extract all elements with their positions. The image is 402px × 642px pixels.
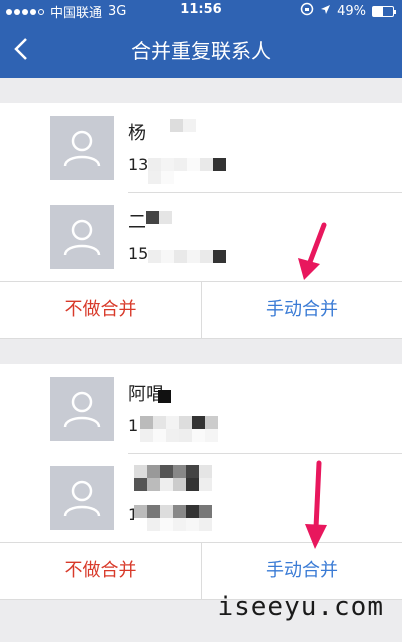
privacy-mosaic bbox=[148, 158, 226, 184]
contact-row: 杨 13 bbox=[0, 103, 402, 192]
contact-phone: 15 bbox=[128, 244, 149, 263]
contact-row: 1 bbox=[0, 453, 402, 542]
status-bar: 中国联通 3G 11:56 49% bbox=[0, 0, 402, 21]
privacy-mosaic bbox=[158, 390, 236, 403]
avatar bbox=[50, 205, 114, 269]
privacy-mosaic bbox=[134, 505, 212, 531]
duplicate-group-2: 阿唱 1 1 bbox=[0, 364, 402, 542]
skip-merge-button[interactable]: 不做合并 bbox=[0, 282, 201, 338]
avatar bbox=[50, 377, 114, 441]
privacy-mosaic bbox=[134, 465, 212, 491]
group-1-actions: 不做合并 手动合并 bbox=[0, 281, 402, 339]
contact-phone: 13 bbox=[128, 155, 149, 174]
privacy-mosaic bbox=[140, 416, 218, 442]
privacy-mosaic bbox=[146, 211, 224, 224]
status-right: 49% bbox=[300, 2, 396, 20]
contact-row: 二 15 bbox=[0, 192, 402, 281]
duplicate-group-1: 杨 13 二 15 bbox=[0, 103, 402, 281]
skip-merge-button[interactable]: 不做合并 bbox=[0, 543, 201, 599]
privacy-mosaic bbox=[148, 250, 226, 263]
person-icon bbox=[63, 219, 101, 256]
rotation-lock-icon bbox=[300, 2, 314, 20]
manual-merge-button[interactable]: 手动合并 bbox=[201, 282, 402, 338]
annotation-arrow-icon bbox=[298, 222, 327, 280]
contact-row: 阿唱 1 bbox=[0, 364, 402, 453]
contact-name: 二 bbox=[128, 212, 146, 233]
location-icon bbox=[320, 4, 331, 19]
person-icon bbox=[63, 391, 101, 428]
avatar bbox=[50, 466, 114, 530]
person-icon bbox=[63, 480, 101, 517]
contact-name: 杨 bbox=[128, 123, 146, 144]
privacy-mosaic bbox=[170, 119, 248, 132]
person-icon bbox=[63, 130, 101, 167]
avatar bbox=[50, 116, 114, 180]
watermark: iseeyu.com bbox=[217, 592, 384, 622]
battery-icon bbox=[372, 5, 396, 17]
contact-phone: 1 bbox=[128, 416, 139, 435]
nav-bar: 合并重复联系人 bbox=[0, 20, 402, 78]
page-title: 合并重复联系人 bbox=[131, 39, 271, 63]
annotation-arrow-icon bbox=[305, 460, 327, 549]
battery-percent: 49% bbox=[337, 3, 366, 19]
